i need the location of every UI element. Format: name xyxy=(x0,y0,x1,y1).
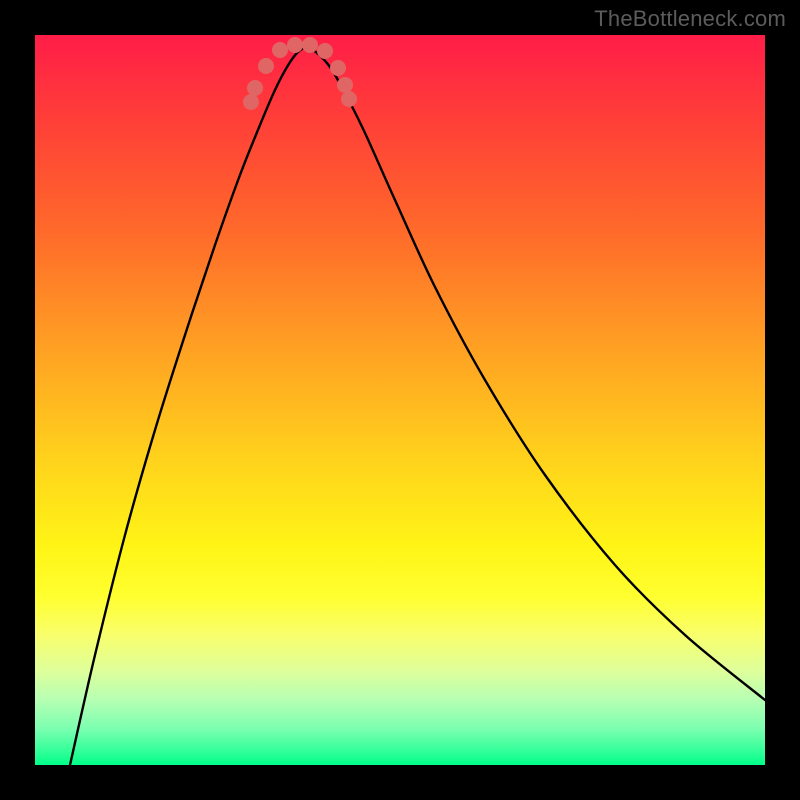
highlight-dot xyxy=(258,58,274,74)
highlight-dot xyxy=(272,42,288,58)
highlight-dot xyxy=(243,94,259,110)
plot-area xyxy=(35,35,765,765)
highlight-dot xyxy=(317,43,333,59)
highlight-dots xyxy=(243,37,357,110)
highlight-dot xyxy=(287,37,303,53)
highlight-dot xyxy=(330,60,346,76)
highlight-dot xyxy=(341,91,357,107)
curve-svg xyxy=(35,35,765,765)
chart-frame: TheBottleneck.com xyxy=(0,0,800,800)
highlight-dot xyxy=(337,77,353,93)
highlight-dot xyxy=(302,37,318,53)
bottleneck-curve xyxy=(70,47,765,765)
watermark-text: TheBottleneck.com xyxy=(594,6,786,32)
highlight-dot xyxy=(247,80,263,96)
